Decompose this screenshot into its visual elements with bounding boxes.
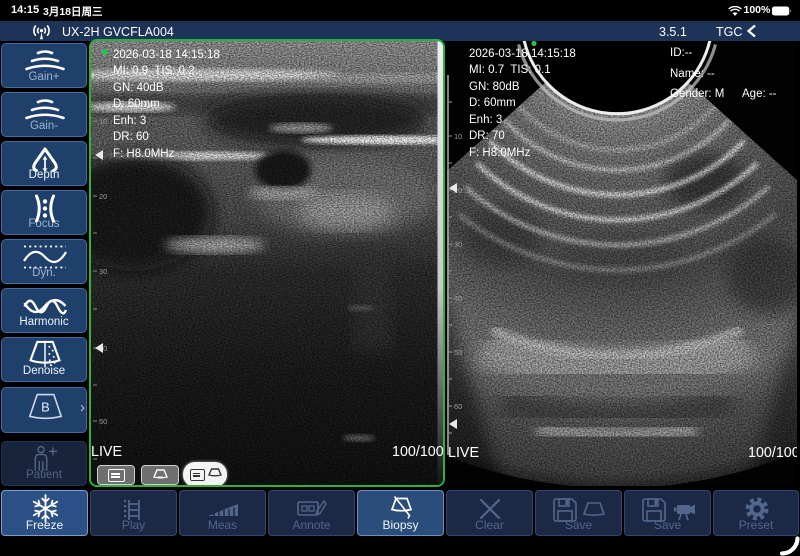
svg-text:40: 40 bbox=[454, 294, 462, 303]
svg-text:60: 60 bbox=[454, 402, 462, 411]
svg-text:50: 50 bbox=[99, 417, 107, 426]
svg-text:10: 10 bbox=[454, 132, 462, 141]
svg-text:30: 30 bbox=[99, 267, 107, 276]
svg-text:30: 30 bbox=[454, 240, 462, 249]
svg-text:20: 20 bbox=[99, 192, 107, 201]
svg-text:50: 50 bbox=[454, 348, 462, 357]
svg-text:10: 10 bbox=[99, 117, 107, 126]
svg-text:B: B bbox=[41, 400, 50, 415]
